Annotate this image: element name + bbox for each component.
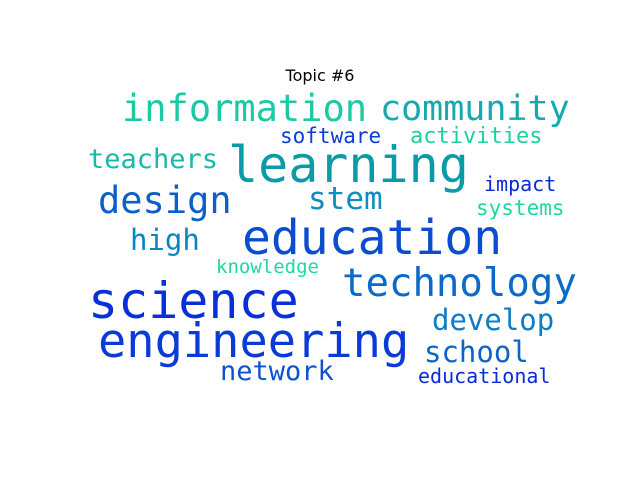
word-develop: develop <box>432 303 555 337</box>
word-knowledge: knowledge <box>216 256 319 278</box>
word-teachers: teachers <box>88 144 219 175</box>
word-high: high <box>130 223 200 257</box>
word-stem: stem <box>308 181 383 217</box>
word-software: software <box>280 124 382 148</box>
word-design: design <box>98 179 232 222</box>
word-activities: activities <box>410 124 543 149</box>
word-systems: systems <box>476 196 565 220</box>
word-school: school <box>424 335 529 369</box>
word-educational: educational <box>418 364 551 388</box>
word-impact: impact <box>484 172 557 196</box>
word-information: information <box>122 87 368 130</box>
word-community: community <box>380 89 570 129</box>
word-cloud: science education learning engineering t… <box>0 0 640 480</box>
word-education: education <box>242 210 503 266</box>
word-network: network <box>220 356 334 387</box>
word-technology: technology <box>342 261 577 306</box>
